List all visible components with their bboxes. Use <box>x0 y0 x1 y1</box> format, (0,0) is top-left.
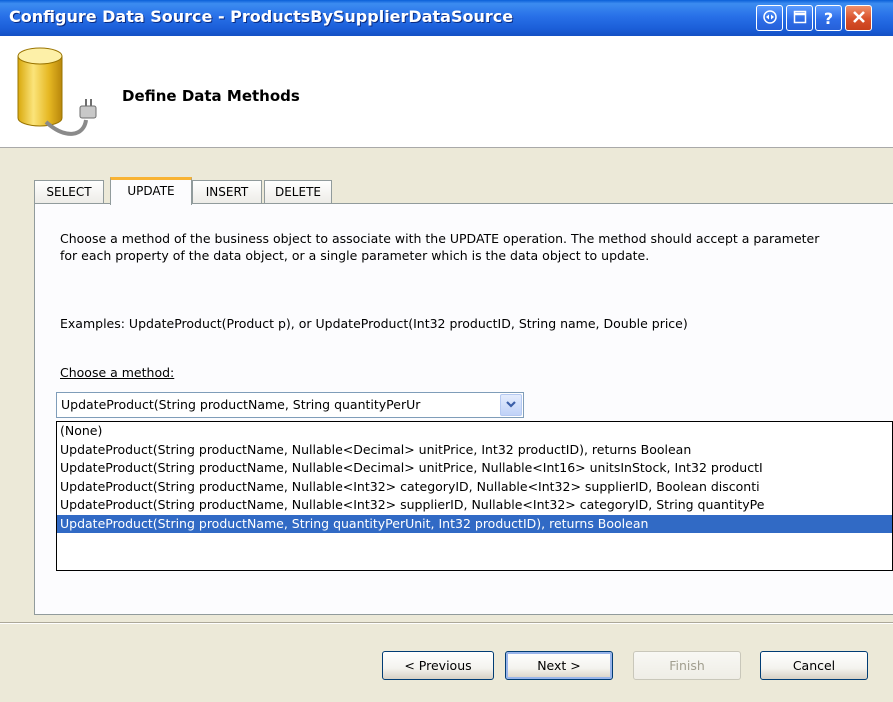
help-icon: ? <box>823 8 834 28</box>
description-text: Choose a method of the business object t… <box>60 231 820 263</box>
tab-label: SELECT <box>46 185 92 199</box>
cancel-button-label: Cancel <box>792 658 836 673</box>
method-option[interactable]: UpdateProduct(String productName, Nullab… <box>57 441 892 460</box>
method-option[interactable]: UpdateProduct(String productName, Nullab… <box>57 496 892 515</box>
finish-button-label: Finish <box>669 658 705 673</box>
method-dropdown-list[interactable]: (None) UpdateProduct(String productName,… <box>56 421 893 571</box>
choose-method-label-text: Choose a method: <box>60 365 175 380</box>
method-select[interactable]: UpdateProduct(String productName, String… <box>56 392 524 418</box>
choose-method-label: Choose a method: <box>60 365 174 380</box>
tab-insert[interactable]: INSERT <box>192 180 262 204</box>
dropdown-button[interactable] <box>500 394 522 416</box>
next-button[interactable]: Next > <box>505 651 613 680</box>
cancel-button[interactable]: Cancel <box>760 651 868 680</box>
previous-button-label: < Previous <box>404 658 472 673</box>
page-title: Define Data Methods <box>122 87 300 105</box>
method-option-selected[interactable]: UpdateProduct(String productName, String… <box>57 514 892 533</box>
chevron-down-icon <box>505 398 517 413</box>
maximize-button[interactable] <box>786 5 813 31</box>
footer-divider <box>0 622 893 624</box>
tab-label: INSERT <box>205 185 249 199</box>
database-icon <box>6 44 106 148</box>
method-select-value: UpdateProduct(String productName, String… <box>61 397 421 412</box>
restore-button[interactable] <box>756 5 783 31</box>
method-option[interactable]: UpdateProduct(String productName, Nullab… <box>57 478 892 497</box>
method-option[interactable]: UpdateProduct(String productName, Nullab… <box>57 459 892 478</box>
maximize-icon <box>793 9 807 28</box>
tab-delete[interactable]: DELETE <box>264 180 332 204</box>
close-button[interactable] <box>845 5 872 31</box>
next-button-label: Next > <box>537 658 581 673</box>
wizard-header: Define Data Methods <box>0 36 893 148</box>
tab-update[interactable]: UPDATE <box>110 177 192 205</box>
window-title: Configure Data Source - ProductsBySuppli… <box>9 7 514 26</box>
examples-text: Examples: UpdateProduct(Product p), or U… <box>60 316 688 331</box>
tab-label: UPDATE <box>127 184 175 198</box>
close-icon <box>852 9 866 28</box>
tab-select[interactable]: SELECT <box>34 180 104 204</box>
title-bar: Configure Data Source - ProductsBySuppli… <box>0 0 893 36</box>
method-option[interactable]: (None) <box>57 422 892 441</box>
previous-button[interactable]: < Previous <box>382 651 494 680</box>
tab-label: DELETE <box>274 185 321 199</box>
finish-button: Finish <box>633 651 741 680</box>
restore-icon <box>762 9 778 28</box>
help-button[interactable]: ? <box>815 5 842 31</box>
